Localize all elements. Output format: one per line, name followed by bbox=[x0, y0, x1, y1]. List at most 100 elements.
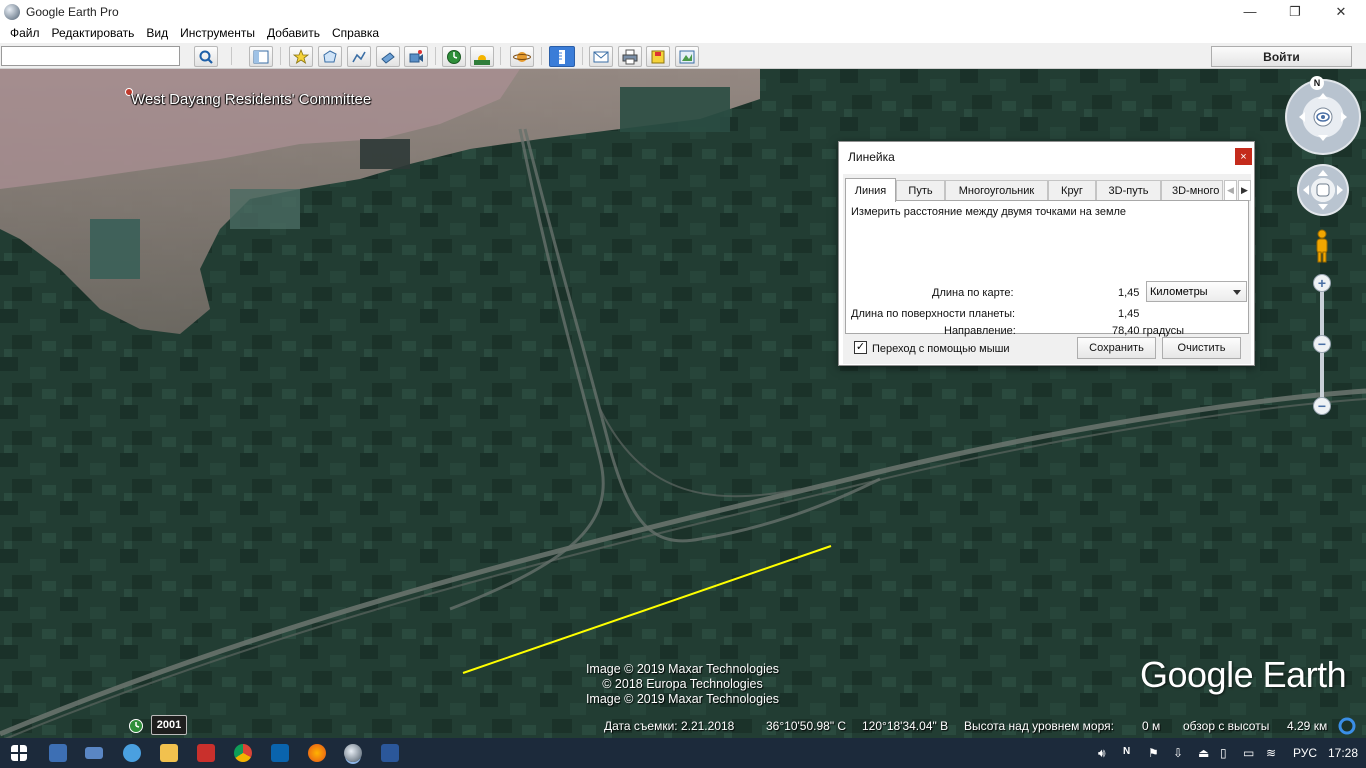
status-bar: 2001 Дата съемки: 2.21.2018 36°10'50.98"… bbox=[0, 712, 1366, 738]
imagery-year-badge[interactable]: 2001 bbox=[151, 715, 187, 735]
credit-line-2: © 2018 Europa Technologies bbox=[602, 677, 763, 691]
elevation-value: 0 м bbox=[1142, 719, 1161, 733]
windows-start-icon[interactable] bbox=[11, 745, 27, 761]
historical-imagery-button[interactable] bbox=[442, 46, 466, 67]
pdf-icon[interactable] bbox=[197, 744, 215, 762]
add-polygon-button[interactable] bbox=[318, 46, 342, 67]
latitude: 36°10'50.98" С bbox=[766, 719, 847, 733]
search-input[interactable] bbox=[1, 46, 180, 66]
email-icon bbox=[593, 51, 609, 62]
outlook-icon[interactable] bbox=[271, 744, 289, 762]
zoom-slider-thumb[interactable]: − bbox=[1313, 335, 1331, 353]
print-button[interactable] bbox=[618, 46, 642, 67]
add-placemark-button[interactable] bbox=[289, 46, 313, 67]
download-icon[interactable]: ⇩ bbox=[1173, 746, 1183, 760]
menu-add[interactable]: Добавить bbox=[267, 26, 320, 40]
login-button[interactable]: Войти bbox=[1211, 46, 1352, 67]
display-icon[interactable]: ▭ bbox=[1243, 746, 1254, 760]
search-button[interactable] bbox=[194, 46, 218, 67]
view-in-maps-icon bbox=[679, 50, 695, 63]
google-earth-logo: Google Earth bbox=[1140, 654, 1347, 695]
chevron-down-icon bbox=[1233, 290, 1241, 295]
phone-icon[interactable]: ▯ bbox=[1220, 746, 1227, 760]
units-dropdown[interactable]: Километры bbox=[1146, 281, 1247, 302]
ground-length-value: 1,45 bbox=[1118, 308, 1140, 320]
menu-tools[interactable]: Инструменты bbox=[180, 26, 255, 40]
settings-icon[interactable] bbox=[123, 744, 141, 762]
menu-view[interactable]: Вид bbox=[146, 26, 168, 40]
move-control[interactable] bbox=[1297, 164, 1349, 216]
wifi-icon[interactable]: ≋ bbox=[1266, 746, 1276, 760]
word-icon[interactable] bbox=[381, 744, 399, 762]
save-button[interactable]: Сохранить bbox=[1077, 337, 1156, 359]
zoom-in-button[interactable]: + bbox=[1313, 274, 1331, 292]
taskbar: 🔊︎ N ⚑ ⇩ ⏏ ▯ ▭ ≋ РУС 17:28 bbox=[0, 738, 1366, 768]
planets-button[interactable] bbox=[510, 46, 534, 67]
ruler-dialog-titlebar[interactable]: Линейка × bbox=[839, 142, 1254, 170]
tab-3d-path[interactable]: 3D-путь bbox=[1096, 180, 1161, 201]
view-in-maps-button[interactable] bbox=[675, 46, 699, 67]
add-path-button[interactable] bbox=[347, 46, 371, 67]
ruler-button[interactable] bbox=[549, 46, 575, 67]
map-length-value: 1,45 bbox=[1118, 287, 1140, 299]
eye-altitude-label: обзор с высоты bbox=[1183, 719, 1270, 733]
usb-icon[interactable]: ⏏ bbox=[1198, 746, 1209, 760]
tab-line[interactable]: Линия bbox=[845, 178, 896, 202]
mouse-navigation-label[interactable]: Переход с помощью мыши bbox=[872, 343, 1010, 355]
longitude: 120°18'34.04" В bbox=[862, 719, 949, 733]
ruler-description: Измерить расстояние между двумя точками … bbox=[851, 206, 1127, 218]
ruler-icon bbox=[559, 49, 565, 64]
minimize-button[interactable]: — bbox=[1227, 0, 1273, 23]
sidebar-icon bbox=[253, 50, 269, 63]
ruler-dialog: Линейка × Линия Путь Многоугольник Круг … bbox=[838, 141, 1255, 366]
tab-scroll-left-icon[interactable]: ◀ bbox=[1224, 180, 1237, 201]
firefox-icon[interactable] bbox=[308, 744, 326, 762]
menu-help[interactable]: Справка bbox=[332, 26, 379, 40]
street-view-pegman-icon[interactable] bbox=[1313, 229, 1331, 263]
menu-file[interactable]: Файл bbox=[10, 26, 40, 40]
record-tour-button[interactable] bbox=[404, 46, 428, 67]
chrome-icon[interactable] bbox=[234, 744, 252, 762]
menu-edit[interactable]: Редактировать bbox=[52, 26, 135, 40]
ruler-close-button[interactable]: × bbox=[1235, 148, 1252, 165]
eye-altitude-value: 4.29 км bbox=[1287, 719, 1328, 733]
keyboard-icon[interactable] bbox=[85, 747, 103, 759]
place-label[interactable]: West Dayang Residents' Committee bbox=[131, 91, 371, 108]
network-icon[interactable]: ⚑ bbox=[1148, 746, 1159, 760]
maximize-button[interactable]: ❐ bbox=[1272, 0, 1318, 23]
credit-line-3: Image © 2019 Maxar Technologies bbox=[585, 692, 780, 706]
tab-circle[interactable]: Круг bbox=[1048, 180, 1096, 201]
look-control[interactable] bbox=[1285, 79, 1361, 155]
window-title: Google Earth Pro bbox=[26, 4, 119, 19]
sunlight-button[interactable] bbox=[470, 46, 494, 67]
north-indicator[interactable]: N bbox=[1310, 76, 1324, 90]
tab-scroll-right-icon[interactable]: ▶ bbox=[1238, 180, 1251, 201]
email-button[interactable] bbox=[589, 46, 613, 67]
historical-imagery-icon bbox=[447, 49, 461, 64]
save-image-icon bbox=[651, 50, 665, 63]
clock[interactable]: 17:28 bbox=[1328, 746, 1358, 760]
elevation-label: Высота над уровнем моря: bbox=[964, 719, 1114, 733]
planets-icon bbox=[513, 51, 531, 62]
tab-path[interactable]: Путь bbox=[896, 180, 945, 201]
mouse-navigation-checkbox[interactable]: ✓ bbox=[854, 341, 867, 354]
add-image-overlay-button[interactable] bbox=[376, 46, 400, 67]
notification-icon[interactable]: N bbox=[1123, 746, 1130, 757]
close-button[interactable]: ✕ bbox=[1318, 0, 1364, 23]
tab-polygon[interactable]: Многоугольник bbox=[945, 180, 1048, 201]
google-earth-icon[interactable] bbox=[344, 744, 362, 762]
clear-button[interactable]: Очистить bbox=[1162, 337, 1241, 359]
ruler-dialog-body: Линия Путь Многоугольник Круг 3D-путь 3D… bbox=[843, 174, 1251, 364]
volume-icon[interactable]: 🔊︎ bbox=[1098, 746, 1106, 761]
save-image-button[interactable] bbox=[646, 46, 670, 67]
zoom-out-button[interactable]: − bbox=[1313, 397, 1331, 415]
historical-clock-icon[interactable] bbox=[128, 718, 144, 734]
toolbar: Войти bbox=[0, 43, 1366, 69]
menu-bar: Файл Редактировать Вид Инструменты Добав… bbox=[0, 23, 1366, 43]
sidebar-toggle-button[interactable] bbox=[249, 46, 273, 67]
tab-3d-polygon[interactable]: 3D-много bbox=[1161, 180, 1223, 201]
calculator-icon[interactable] bbox=[49, 744, 67, 762]
file-explorer-icon[interactable] bbox=[160, 744, 178, 762]
google-earth-app-icon bbox=[4, 3, 20, 20]
language-indicator[interactable]: РУС bbox=[1293, 746, 1317, 760]
